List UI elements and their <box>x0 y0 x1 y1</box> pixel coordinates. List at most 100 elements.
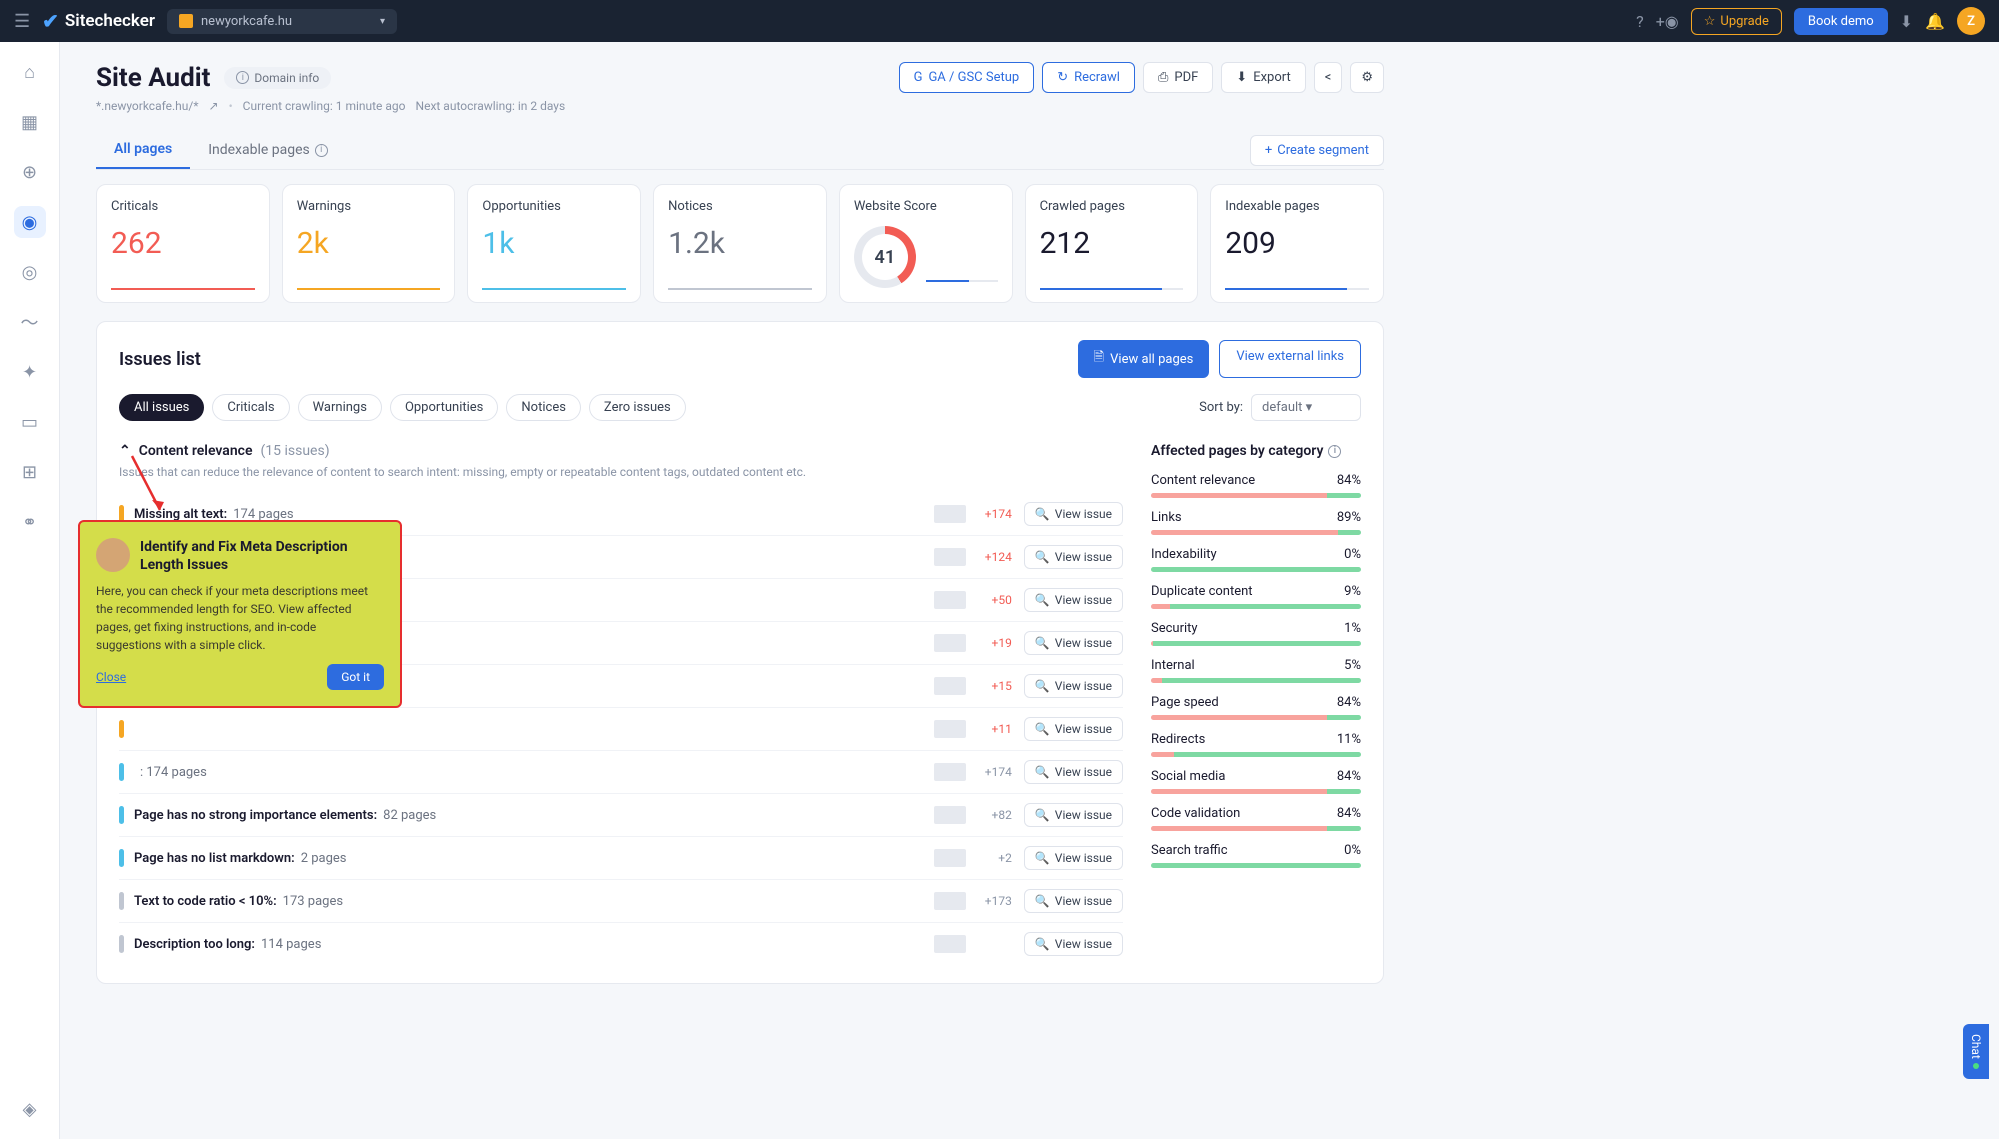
search-icon: 🔍 <box>1035 679 1050 693</box>
view-issue-button[interactable]: 🔍View issue <box>1024 889 1123 913</box>
category-row[interactable]: Page speed84% <box>1151 695 1361 720</box>
chat-button[interactable]: Chat <box>1963 1024 1989 1079</box>
issue-row[interactable]: +11🔍View issue <box>119 707 1123 750</box>
help-icon[interactable]: ? <box>1636 12 1644 31</box>
sub-domain[interactable]: *.newyorkcafe.hu/* <box>96 99 199 113</box>
issue-row[interactable]: Page has no strong importance elements:8… <box>119 793 1123 836</box>
category-row[interactable]: Code validation84% <box>1151 806 1361 831</box>
view-external-links-button[interactable]: View external links <box>1219 340 1361 378</box>
view-issue-button[interactable]: 🔍View issue <box>1024 545 1123 569</box>
view-issue-button[interactable]: 🔍View issue <box>1024 717 1123 741</box>
mini-chart <box>934 892 966 910</box>
book-demo-button[interactable]: Book demo <box>1794 8 1888 35</box>
external-icon[interactable]: ↗ <box>209 99 219 113</box>
view-issue-button[interactable]: 🔍View issue <box>1024 588 1123 612</box>
upgrade-button[interactable]: ☆Upgrade <box>1691 8 1782 35</box>
mini-chart <box>934 849 966 867</box>
sort-select[interactable]: default ▾ <box>1251 394 1361 421</box>
category-row[interactable]: Security1% <box>1151 621 1361 646</box>
topbar-right: ? +◉ ☆Upgrade Book demo ⬇ 🔔 Z <box>1636 7 1985 35</box>
invite-icon[interactable]: +◉ <box>1656 12 1679 31</box>
issue-row[interactable]: Description too long:114 pages🔍View issu… <box>119 922 1123 965</box>
recrawl-button[interactable]: ↻Recrawl <box>1042 62 1135 93</box>
view-issue-button[interactable]: 🔍View issue <box>1024 932 1123 956</box>
stat-crawled[interactable]: Crawled pages212 <box>1025 184 1199 303</box>
file-icon: ⎙ <box>1158 70 1168 85</box>
create-segment-button[interactable]: +Create segment <box>1250 135 1384 166</box>
view-issue-button[interactable]: 🔍View issue <box>1024 846 1123 870</box>
category-row[interactable]: Links89% <box>1151 510 1361 535</box>
stat-criticals[interactable]: Criticals262 <box>96 184 270 303</box>
dashboard-icon[interactable]: ▦ <box>14 106 46 138</box>
pdf-button[interactable]: ⎙PDF <box>1143 62 1213 93</box>
apps-icon[interactable]: ⊞ <box>14 456 46 488</box>
cat-name: Links <box>1151 510 1182 525</box>
stat-opportunities[interactable]: Opportunities1k <box>467 184 641 303</box>
category-row[interactable]: Search traffic0% <box>1151 843 1361 868</box>
search-icon: 🔍 <box>1035 894 1050 908</box>
view-issue-button[interactable]: 🔍View issue <box>1024 631 1123 655</box>
ga-setup-button[interactable]: GGA / GSC Setup <box>899 62 1035 93</box>
category-row[interactable]: Social media84% <box>1151 769 1361 794</box>
plus-icon: + <box>1265 143 1272 158</box>
category-row[interactable]: Duplicate content9% <box>1151 584 1361 609</box>
tooltip-gotit-button[interactable]: Got it <box>327 664 384 690</box>
tab-indexable[interactable]: Indexable pagesi <box>190 132 346 168</box>
issue-pages: 114 pages <box>261 937 321 952</box>
tooltip-close[interactable]: Close <box>96 670 126 684</box>
category-row[interactable]: Content relevance84% <box>1151 473 1361 498</box>
settings-button[interactable]: ⚙ <box>1350 62 1384 93</box>
pill-all-issues[interactable]: All issues <box>119 394 204 421</box>
pill-opportunities[interactable]: Opportunities <box>390 394 498 421</box>
delta-value: +19 <box>978 636 1012 650</box>
stat-indexable[interactable]: Indexable pages209 <box>1210 184 1384 303</box>
google-icon: G <box>914 70 923 85</box>
download-icon[interactable]: ⬇ <box>1900 12 1913 31</box>
share-button[interactable]: < <box>1314 62 1343 93</box>
export-button[interactable]: ⬇Export <box>1221 62 1305 93</box>
category-row[interactable]: Indexability0% <box>1151 547 1361 572</box>
cat-bar <box>1151 641 1361 646</box>
file-icon: 🗎 <box>1094 348 1104 370</box>
issue-row[interactable]: Text to code ratio < 10%:173 pages+173🔍V… <box>119 879 1123 922</box>
home-icon[interactable]: ⌂ <box>14 56 46 88</box>
cat-pct: 84% <box>1337 695 1361 710</box>
view-issue-button[interactable]: 🔍View issue <box>1024 502 1123 526</box>
issue-row[interactable]: : 174 pages+174🔍View issue <box>119 750 1123 793</box>
info-icon: i <box>236 71 249 84</box>
issue-row[interactable]: Page has no list markdown:2 pages+2🔍View… <box>119 836 1123 879</box>
settings-icon[interactable]: ◈ <box>14 1093 46 1125</box>
magic-icon[interactable]: ✦ <box>14 356 46 388</box>
stat-notices[interactable]: Notices1.2k <box>653 184 827 303</box>
briefcase-icon[interactable]: ▭ <box>14 406 46 438</box>
domain-selector[interactable]: newyorkcafe.hu▾ <box>167 9 397 34</box>
link-icon[interactable]: ⚭ <box>14 506 46 538</box>
pill-notices[interactable]: Notices <box>506 394 581 421</box>
bell-icon[interactable]: 🔔 <box>1925 12 1945 31</box>
audit-icon[interactable]: ◉ <box>14 206 46 238</box>
stat-warnings[interactable]: Warnings2k <box>282 184 456 303</box>
hamburger-icon[interactable]: ☰ <box>14 11 30 32</box>
avatar[interactable]: Z <box>1957 7 1985 35</box>
cat-bar <box>1151 863 1361 868</box>
tab-all-pages[interactable]: All pages <box>96 131 190 169</box>
pill-criticals[interactable]: Criticals <box>212 394 289 421</box>
view-issue-button[interactable]: 🔍View issue <box>1024 760 1123 784</box>
info-icon[interactable]: i <box>1328 445 1341 458</box>
trend-icon[interactable]: 〜 <box>14 306 46 338</box>
category-row[interactable]: Redirects11% <box>1151 732 1361 757</box>
severity-indicator <box>119 892 124 910</box>
view-all-pages-button[interactable]: 🗎View all pages <box>1078 340 1210 378</box>
pill-zero-issues[interactable]: Zero issues <box>589 394 686 421</box>
target-icon[interactable]: ◎ <box>14 256 46 288</box>
logo[interactable]: ✔Sitechecker <box>42 9 155 33</box>
group-toggle[interactable]: ⌃Content relevance (15 issues) <box>119 443 1123 459</box>
search-icon[interactable]: ⊕ <box>14 156 46 188</box>
category-row[interactable]: Internal5% <box>1151 658 1361 683</box>
severity-indicator <box>119 849 124 867</box>
view-issue-button[interactable]: 🔍View issue <box>1024 674 1123 698</box>
stat-score[interactable]: Website Score41 <box>839 184 1013 303</box>
view-issue-button[interactable]: 🔍View issue <box>1024 803 1123 827</box>
domain-info-button[interactable]: iDomain info <box>224 67 331 89</box>
pill-warnings[interactable]: Warnings <box>298 394 382 421</box>
